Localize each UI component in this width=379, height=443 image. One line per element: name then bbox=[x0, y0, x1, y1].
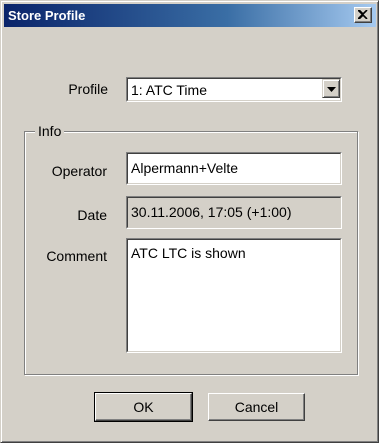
operator-label: Operator bbox=[51, 163, 107, 179]
window-title: Store Profile bbox=[8, 8, 86, 23]
comment-textarea[interactable]: ATC LTC is shown bbox=[126, 238, 342, 353]
chevron-down-icon bbox=[327, 87, 336, 92]
cancel-button[interactable]: Cancel bbox=[208, 393, 305, 421]
close-button[interactable] bbox=[354, 7, 372, 23]
profile-selected-value: 1: ATC Time bbox=[131, 82, 207, 98]
close-icon bbox=[358, 10, 368, 19]
operator-value: Alpermann+Velte bbox=[131, 160, 239, 176]
profile-select[interactable]: 1: ATC Time bbox=[126, 77, 342, 102]
info-group-legend: Info bbox=[35, 123, 65, 139]
comment-label: Comment bbox=[46, 248, 107, 264]
title-bar[interactable]: Store Profile bbox=[4, 4, 376, 27]
store-profile-dialog: Store Profile Profile 1: ATC Time Info O… bbox=[0, 0, 379, 443]
date-field: 30.11.2006, 17:05 (+1:00) bbox=[126, 196, 342, 229]
comment-value: ATC LTC is shown bbox=[131, 245, 246, 261]
operator-input[interactable]: Alpermann+Velte bbox=[126, 152, 342, 185]
profile-dropdown-button[interactable] bbox=[322, 79, 340, 98]
date-label: Date bbox=[77, 207, 107, 223]
ok-button[interactable]: OK bbox=[94, 392, 193, 422]
profile-label: Profile bbox=[68, 81, 108, 97]
date-value: 30.11.2006, 17:05 (+1:00) bbox=[131, 204, 292, 220]
